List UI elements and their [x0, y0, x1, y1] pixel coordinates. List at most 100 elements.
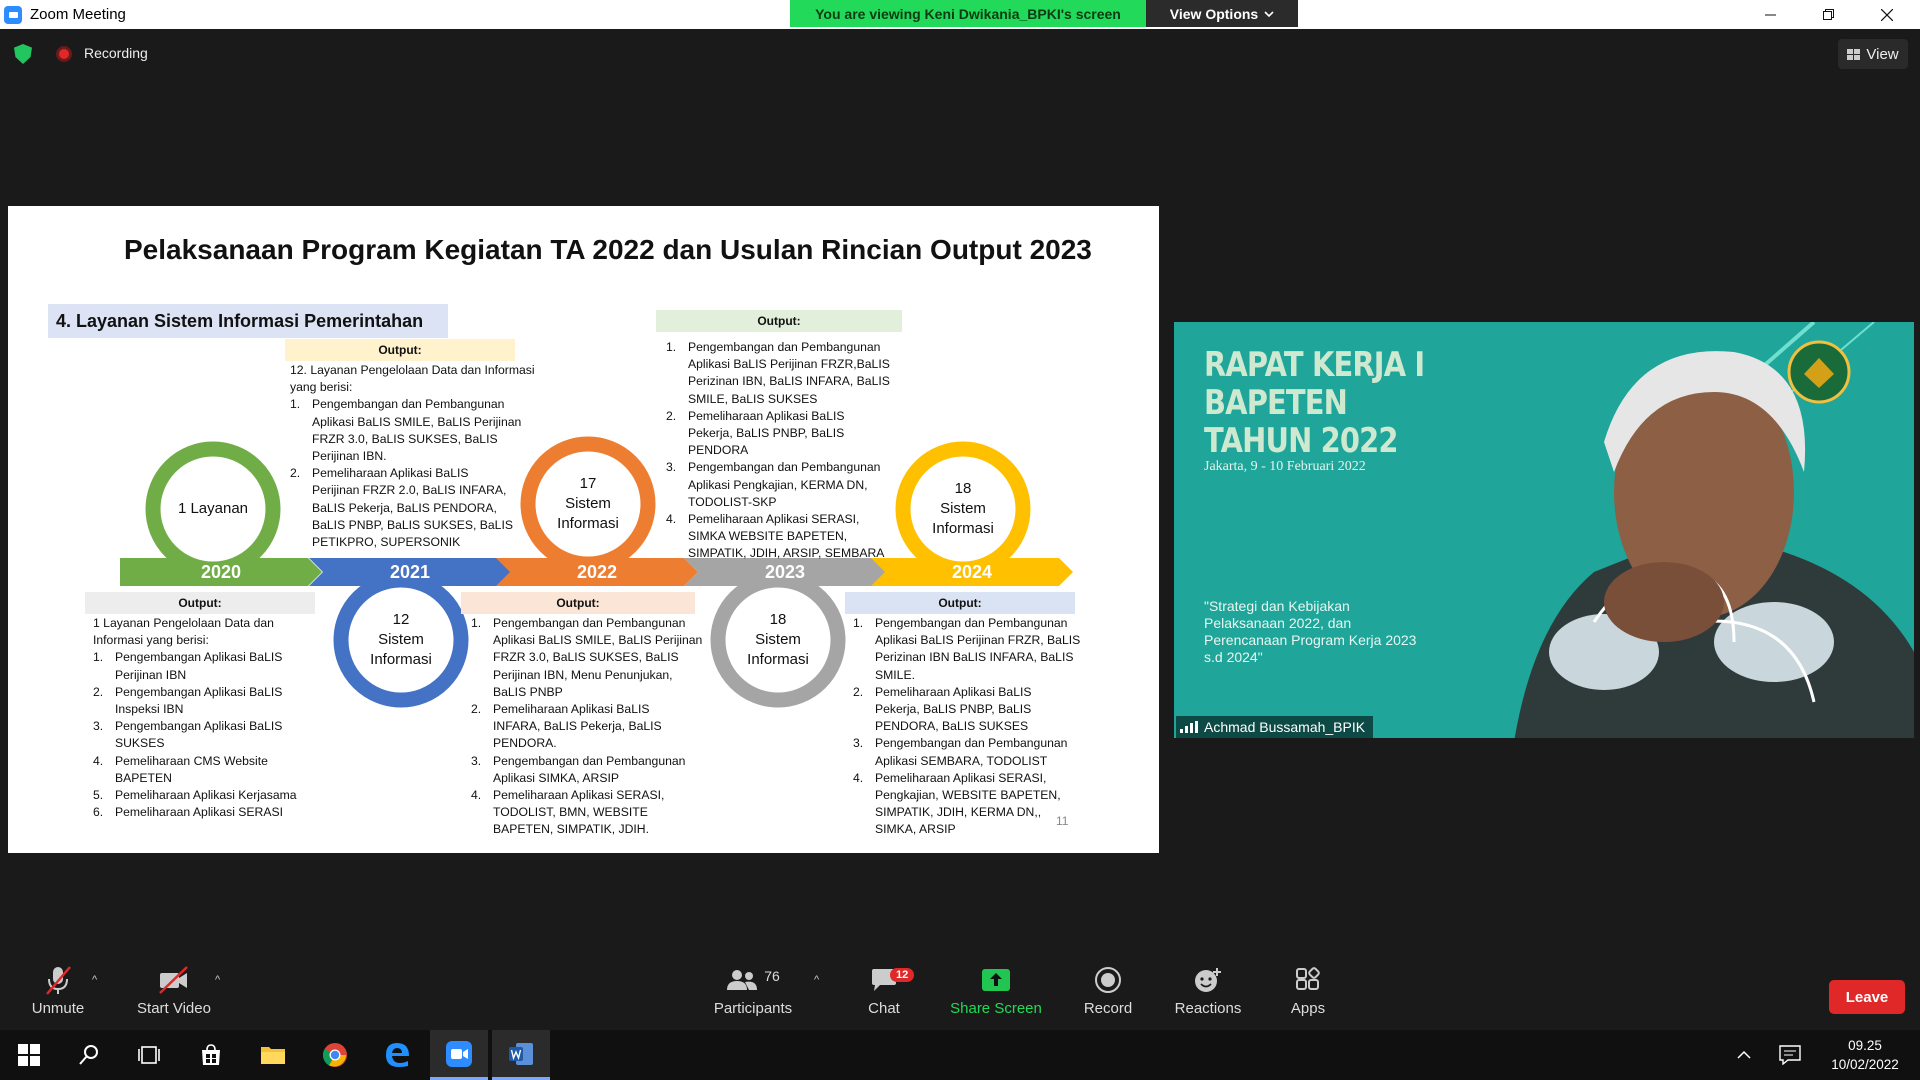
unmute-button[interactable]: Unmute	[22, 960, 94, 1030]
taskbar-clock[interactable]: 09.25 10/02/2022	[1820, 1036, 1910, 1074]
video-options-caret-icon[interactable]: ^	[215, 974, 220, 986]
output-header-2022: Output:	[461, 592, 695, 614]
store-icon	[202, 1044, 220, 1065]
meeting-status-row: Recording View	[0, 36, 1920, 70]
slide-page-number: 11	[1056, 814, 1069, 828]
output-item: 4. Pemeliharaan Aplikasi SERASI, Pengkajia…	[853, 770, 1061, 837]
start-video-label: Start Video	[137, 1000, 211, 1017]
taskbar-file-explorer[interactable]	[244, 1030, 302, 1080]
share-screen-icon	[982, 969, 1010, 991]
participants-count: 76	[764, 968, 780, 984]
output-intro-2020: 1 Layanan Pengelolaan Data dan Informasi…	[93, 616, 274, 648]
zoom-logo-icon	[4, 5, 22, 24]
participant-name-tag: Achmad Bussamah_BPIK	[1176, 716, 1374, 738]
output-item: 1. Pengembangan dan Pembangunan Aplikasi B…	[666, 340, 890, 406]
participants-label: Participants	[713, 1000, 793, 1017]
start-button[interactable]	[0, 1030, 58, 1080]
share-screen-label: Share Screen	[950, 1000, 1042, 1017]
chat-label: Chat	[868, 1000, 900, 1017]
start-video-button[interactable]: Start Video	[130, 960, 218, 1030]
output-header-2024: Output:	[845, 592, 1075, 614]
view-button[interactable]: View	[1838, 39, 1908, 69]
audio-options-caret-icon[interactable]: ^	[92, 974, 97, 986]
year-label-2021: 2021	[389, 562, 431, 582]
leave-button[interactable]: Leave	[1829, 980, 1905, 1014]
view-options-button[interactable]: View Options	[1146, 0, 1298, 27]
reactions-label: Reactions	[1174, 1000, 1242, 1017]
viewing-banner: You are viewing Keni Dwikania_BPKI's scr…	[790, 0, 1146, 27]
event-title-line-1: RAPAT KERJA I	[1204, 345, 1425, 385]
taskbar-word[interactable]	[492, 1030, 550, 1080]
output-header-2021: Output:	[285, 339, 515, 361]
output-text-2020: 1 Layanan Pengelolaan Data dan Informasi…	[93, 615, 323, 821]
output-item: 2. Pemeliharaan Aplikasi BaLIS Perijinan F…	[290, 466, 513, 550]
search-button[interactable]	[60, 1030, 118, 1080]
microphone-muted-icon	[46, 966, 71, 995]
event-date: Jakarta, 9 - 10 Februari 2022	[1204, 459, 1366, 474]
shield-icon[interactable]	[14, 44, 32, 64]
windows-taskbar: 09.25 10/02/2022	[0, 1030, 1920, 1080]
word-icon	[509, 1042, 533, 1065]
task-view-icon	[138, 1046, 160, 1064]
chat-unread-badge: 12	[890, 968, 915, 982]
task-view-button[interactable]	[120, 1030, 178, 1080]
video-off-icon	[159, 966, 188, 994]
output-item: 3. Pengembangan dan Pembangunan Aplikasi S…	[471, 753, 686, 785]
taskbar-edge[interactable]	[368, 1030, 426, 1080]
restore-button[interactable]	[1800, 0, 1858, 29]
event-title: RAPAT KERJA I BAPETEN TAHUN 2022	[1204, 345, 1425, 461]
view-label: View	[1866, 45, 1899, 63]
recording-icon	[56, 46, 72, 62]
year-label-2024: 2024	[951, 562, 993, 582]
output-header-2023: Output:	[656, 310, 902, 332]
reactions-button[interactable]: Reactions	[1172, 960, 1244, 1030]
output-item: 2. Pemeliharaan Aplikasi BaLIS INFARA, BaL…	[471, 702, 662, 751]
output-item: 2. Pemeliharaan Aplikasi BaLIS Pekerja, Ba…	[853, 684, 1032, 734]
output-item: 3. Pengembangan dan Pembangunan Aplikasi S…	[853, 736, 1068, 768]
meeting-toolbar: Unmute ^ Start Video ^ 76 Participants ^	[0, 960, 1920, 1030]
minimize-button[interactable]	[1742, 0, 1800, 29]
output-item: 1. Pengembangan dan Pembangunan Aplikasi B…	[290, 397, 522, 464]
close-button[interactable]	[1858, 0, 1916, 29]
output-item: 3. Pengembangan dan Pembangunan Aplikasi P…	[666, 460, 881, 509]
event-quote: "Strategi dan Kebijakan Pelaksanaan 2022…	[1204, 598, 1417, 665]
output-item: 2. Pemeliharaan Aplikasi BaLIS Pekerja, Ba…	[666, 408, 845, 458]
taskbar-chrome[interactable]	[306, 1030, 364, 1080]
output-header-2020: Output:	[85, 592, 315, 614]
chevron-down-icon	[1264, 10, 1274, 17]
output-item: 6. Pemeliharaan Aplikasi SERASI	[93, 805, 283, 820]
apps-label: Apps	[1290, 1000, 1326, 1017]
output-text-2024: 1. Pengembangan dan Pembangunan Aplikasi B…	[853, 615, 1103, 839]
output-item: 1. Pengembangan Aplikasi BaLIS Perijinan I…	[93, 650, 283, 682]
window-titlebar: Zoom Meeting You are viewing Keni Dwikan…	[0, 0, 1920, 29]
restore-icon	[1823, 8, 1834, 20]
output-item: 4. Pemeliharaan Aplikasi SERASI, TODOLIST,…	[471, 788, 665, 837]
output-text-2022: 1. Pengembangan dan Pembangunan Aplikasi B…	[471, 615, 721, 839]
participants-button[interactable]: 76 Participants	[708, 960, 798, 1030]
participants-caret-icon[interactable]: ^	[814, 974, 819, 986]
windows-logo-icon	[18, 1044, 40, 1066]
edge-icon	[386, 1043, 409, 1067]
event-title-line-3: TAHUN 2022	[1204, 421, 1399, 461]
share-screen-button[interactable]: Share Screen	[948, 960, 1044, 1030]
output-item: 1. Pengembangan dan Pembangunan Aplikasi B…	[471, 616, 703, 699]
chevron-up-icon	[1737, 1050, 1751, 1059]
ring-label-2021: 12 Sistem Informasi	[370, 611, 432, 668]
tray-overflow-button[interactable]	[1724, 1030, 1764, 1080]
output-item: 2. Pengembangan Aplikasi BaLIS Inspeksi IB…	[93, 684, 283, 717]
participant-video-tile[interactable]: RAPAT KERJA I BAPETEN TAHUN 2022 Jakarta…	[1174, 322, 1914, 738]
taskbar-store[interactable]	[182, 1030, 240, 1080]
apps-button[interactable]: Apps	[1286, 960, 1330, 1030]
chat-button[interactable]: 12 Chat	[862, 960, 915, 1030]
ring-label-2020: 1 Layanan	[177, 500, 249, 517]
zoom-app-icon	[446, 1040, 472, 1067]
record-button[interactable]: Record	[1080, 960, 1136, 1030]
notifications-button[interactable]	[1764, 1030, 1816, 1080]
window-title: Zoom Meeting	[30, 6, 126, 23]
ring-label-2023: 18 Sistem Informasi	[747, 611, 809, 668]
output-item: 1. Pengembangan dan Pembangunan Aplikasi B…	[853, 616, 1081, 682]
taskbar-zoom[interactable]	[430, 1030, 488, 1080]
output-text-2023: 1. Pengembangan dan Pembangunan Aplikasi B…	[666, 339, 916, 563]
year-label-2023: 2023	[764, 562, 806, 582]
year-label-2022: 2022	[576, 562, 618, 582]
